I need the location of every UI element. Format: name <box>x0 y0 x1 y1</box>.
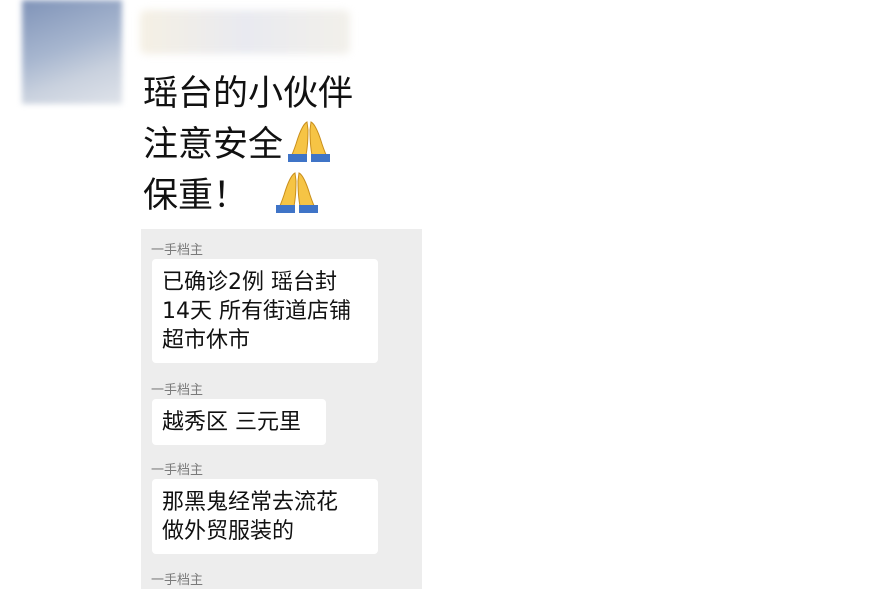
post-text: 瑶台的小伙伴 注意安全 保重！ <box>143 70 353 220</box>
message-line: 14天 所有街道店铺 <box>162 299 351 324</box>
post-line-with-emoji: 注意安全 <box>143 118 353 169</box>
message-bubble[interactable]: 越秀区 三元里 <box>152 399 326 445</box>
post-line-with-emoji: 保重！ <box>143 169 353 220</box>
message-line: 越秀区 三元里 <box>162 410 301 435</box>
message-bubble[interactable]: 那黑鬼经常去流花 做外贸服装的 <box>152 479 378 554</box>
avatar[interactable] <box>22 0 122 104</box>
message-sender: 一手档主 <box>151 243 204 258</box>
blurred-username <box>140 10 350 54</box>
message-line: 已确诊2例 瑶台封 <box>162 270 337 295</box>
message-line: 那黑鬼经常去流花 <box>162 490 339 515</box>
message-bubble[interactable]: 已确诊2例 瑶台封 14天 所有街道店铺 超市休市 <box>152 259 378 363</box>
post-line-text: 保重！ <box>143 176 249 216</box>
pray-emoji-icon <box>276 172 319 213</box>
post-line: 瑶台的小伙伴 <box>143 74 354 114</box>
forwarded-chat-screenshot[interactable]: 一手档主 已确诊2例 瑶台封 14天 所有街道店铺 超市休市 一手档主 越秀区 … <box>141 229 422 589</box>
message-line: 超市休市 <box>162 328 251 353</box>
pray-emoji-icon <box>288 121 331 162</box>
post-line-text: 注意安全 <box>143 125 284 165</box>
message-sender: 一手档主 <box>151 573 204 588</box>
message-sender: 一手档主 <box>151 463 204 478</box>
message-sender: 一手档主 <box>151 383 204 398</box>
message-line: 做外贸服装的 <box>162 519 295 544</box>
